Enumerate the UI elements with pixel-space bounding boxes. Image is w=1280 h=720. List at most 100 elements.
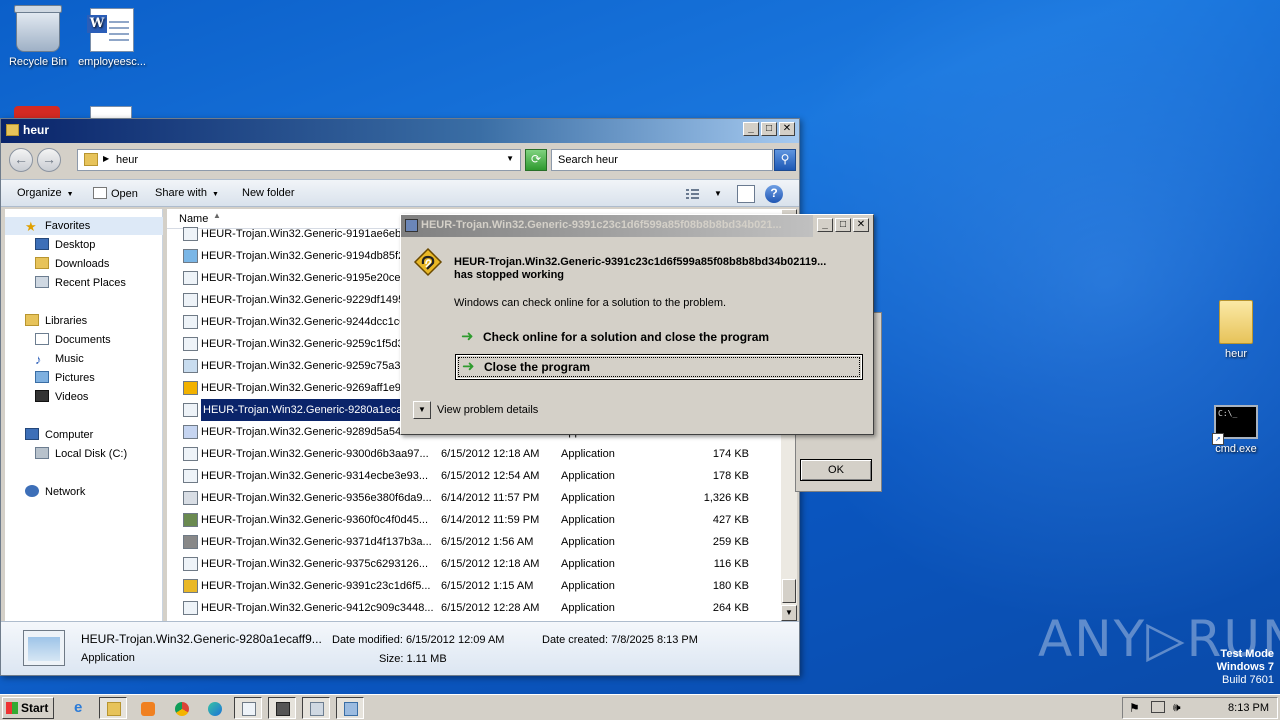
volume-icon[interactable]: 🕪 bbox=[1173, 700, 1181, 715]
table-row[interactable]: HEUR-Trojan.Win32.Generic-9300d6b3aa97..… bbox=[167, 443, 781, 465]
breadcrumb-arrow-icon[interactable]: ▶ bbox=[103, 154, 109, 163]
taskbar-app-4[interactable] bbox=[336, 697, 364, 719]
table-row[interactable]: HEUR-Trojan.Win32.Generic-9412c909c3448.… bbox=[167, 597, 781, 619]
open-button[interactable]: Open bbox=[93, 187, 138, 200]
error-message: HEUR-Trojan.Win32.Generic-9391c23c1d6f59… bbox=[454, 256, 827, 281]
view-dropdown-icon[interactable]: ▼ bbox=[714, 185, 732, 203]
file-name: HEUR-Trojan.Win32.Generic-9371d4f137b3a.… bbox=[201, 536, 432, 548]
application-icon bbox=[93, 187, 107, 199]
table-row[interactable]: HEUR-Trojan.Win32.Generic-9314ecbe3e93..… bbox=[167, 465, 781, 487]
star-icon: ★ bbox=[25, 219, 37, 234]
check-online-option[interactable]: ➜ Check online for a solution and close … bbox=[455, 325, 863, 351]
preview-pane-icon[interactable] bbox=[737, 185, 755, 203]
address-row: ← → ▶ heur ▼ ⟳ Search heur ⚲ bbox=[1, 145, 799, 175]
maximize-button[interactable]: □ bbox=[835, 218, 851, 232]
refresh-button[interactable]: ⟳ bbox=[525, 149, 547, 171]
view-options-icon[interactable] bbox=[685, 185, 721, 203]
desktop-icon-heur-folder[interactable]: heur bbox=[1198, 300, 1274, 360]
file-name: HEUR-Trojan.Win32.Generic-9412c909c3448.… bbox=[201, 602, 434, 614]
nav-network[interactable]: Network bbox=[25, 483, 85, 501]
desktop-icon-label: heur bbox=[1224, 348, 1248, 360]
chevron-down-icon[interactable]: ▼ bbox=[506, 154, 514, 163]
share-with-button[interactable]: Share with ▼ bbox=[155, 187, 219, 199]
forward-button[interactable]: → bbox=[37, 148, 61, 172]
nav-computer[interactable]: Computer bbox=[25, 426, 93, 444]
nav-downloads[interactable]: Downloads bbox=[35, 255, 109, 273]
file-name: HEUR-Trojan.Win32.Generic-9259c1f5d3 bbox=[201, 338, 404, 350]
table-row[interactable]: HEUR-Trojan.Win32.Generic-9391c23c1d6f5.… bbox=[167, 575, 781, 597]
table-row[interactable]: HEUR-Trojan.Win32.Generic-9356e380f6da9.… bbox=[167, 487, 781, 509]
search-input[interactable]: Search heur bbox=[551, 149, 773, 171]
desktop-icon-label: Recycle Bin bbox=[8, 56, 68, 68]
nav-favorites[interactable]: ★ Favorites bbox=[5, 217, 163, 235]
help-icon[interactable]: ? bbox=[765, 185, 783, 203]
documents-icon bbox=[35, 333, 49, 345]
application-icon bbox=[183, 491, 198, 505]
nav-documents[interactable]: Documents bbox=[35, 331, 111, 349]
taskbar-chrome[interactable] bbox=[167, 697, 195, 719]
file-size: 174 KB bbox=[712, 448, 749, 460]
error-dialog[interactable]: HEUR-Trojan.Win32.Generic-9391c23c1d6f59… bbox=[400, 214, 874, 435]
scrollbar-thumb[interactable] bbox=[782, 579, 796, 603]
close-program-option[interactable]: ➜ Close the program bbox=[455, 354, 863, 380]
chrome-icon bbox=[175, 702, 189, 716]
search-button[interactable]: ⚲ bbox=[774, 149, 796, 171]
taskbar-ie[interactable]: e bbox=[66, 697, 94, 719]
ok-button[interactable]: OK bbox=[800, 459, 872, 481]
scroll-down-arrow[interactable]: ▼ bbox=[781, 605, 797, 621]
taskbar-media-player[interactable] bbox=[133, 697, 161, 719]
nav-libraries[interactable]: Libraries bbox=[25, 312, 87, 330]
shortcut-arrow-icon: ↗ bbox=[1212, 433, 1224, 445]
minimize-button[interactable]: _ bbox=[743, 122, 759, 136]
taskbar-app-2[interactable] bbox=[268, 697, 296, 719]
file-name: HEUR-Trojan.Win32.Generic-9375c6293126..… bbox=[201, 558, 429, 570]
error-dialog-titlebar[interactable]: HEUR-Trojan.Win32.Generic-9391c23c1d6f59… bbox=[401, 215, 813, 237]
action-center-flag-icon[interactable]: ⚑ bbox=[1129, 701, 1140, 715]
chevron-down-icon[interactable]: ▼ bbox=[413, 401, 431, 419]
desktop-icon-cmd[interactable]: C:\_ ↗ cmd.exe bbox=[1198, 405, 1274, 455]
file-date: 6/15/2012 1:15 AM bbox=[441, 580, 534, 592]
desktop-icon-employee-doc[interactable]: W employeesc... bbox=[74, 8, 150, 68]
file-size: 116 KB bbox=[713, 558, 749, 570]
nav-local-disk[interactable]: Local Disk (C:) bbox=[35, 445, 127, 463]
table-row[interactable]: HEUR-Trojan.Win32.Generic-9360f0c4f0d45.… bbox=[167, 509, 781, 531]
application-icon bbox=[183, 249, 198, 263]
recent-places-icon bbox=[35, 276, 49, 288]
table-row[interactable]: HEUR-Trojan.Win32.Generic-9371d4f137b3a.… bbox=[167, 531, 781, 553]
desktop-icon-recycle-bin[interactable]: Recycle Bin bbox=[0, 5, 76, 68]
nav-music[interactable]: ♪ Music bbox=[35, 350, 84, 368]
nav-videos[interactable]: Videos bbox=[35, 388, 88, 406]
application-icon bbox=[183, 535, 198, 549]
close-button[interactable]: ✕ bbox=[853, 218, 869, 232]
table-row[interactable]: HEUR-Trojan.Win32.Generic-9375c6293126..… bbox=[167, 553, 781, 575]
application-icon bbox=[183, 271, 198, 285]
file-name: HEUR-Trojan.Win32.Generic-9300d6b3aa97..… bbox=[201, 448, 429, 460]
address-bar[interactable]: ▶ heur ▼ bbox=[77, 149, 521, 171]
clock[interactable]: 8:13 PM bbox=[1228, 702, 1269, 714]
organize-button[interactable]: Organize ▼ bbox=[17, 187, 74, 199]
green-arrow-icon: ➜ bbox=[461, 328, 474, 345]
network-icon[interactable] bbox=[1151, 701, 1165, 713]
address-text: heur bbox=[116, 154, 139, 166]
maximize-button[interactable]: □ bbox=[761, 122, 777, 136]
taskbar-edge[interactable] bbox=[200, 697, 228, 719]
file-name: HEUR-Trojan.Win32.Generic-9244dcc1c0 bbox=[201, 316, 406, 328]
back-button[interactable]: ← bbox=[9, 148, 33, 172]
file-name: HEUR-Trojan.Win32.Generic-9194db85f2 bbox=[201, 250, 405, 262]
nav-pictures[interactable]: Pictures bbox=[35, 369, 95, 387]
folder-icon bbox=[107, 702, 121, 716]
file-name: HEUR-Trojan.Win32.Generic-9269aff1e9 bbox=[201, 382, 401, 394]
taskbar-app-3[interactable] bbox=[302, 697, 330, 719]
new-folder-button[interactable]: New folder bbox=[242, 187, 295, 199]
nav-recent-places[interactable]: Recent Places bbox=[35, 274, 126, 292]
close-button[interactable]: ✕ bbox=[779, 122, 795, 136]
taskbar-explorer[interactable] bbox=[99, 697, 127, 719]
taskbar-app-1[interactable] bbox=[234, 697, 262, 719]
start-button[interactable]: Start bbox=[2, 697, 54, 719]
nav-desktop[interactable]: Desktop bbox=[35, 236, 95, 254]
explorer-titlebar[interactable]: heur _ □ ✕ bbox=[1, 119, 799, 143]
file-type: Application bbox=[561, 514, 615, 526]
minimize-button[interactable]: _ bbox=[817, 218, 833, 232]
view-problem-details[interactable]: ▼ View problem details bbox=[413, 401, 538, 419]
application-icon bbox=[183, 359, 198, 373]
